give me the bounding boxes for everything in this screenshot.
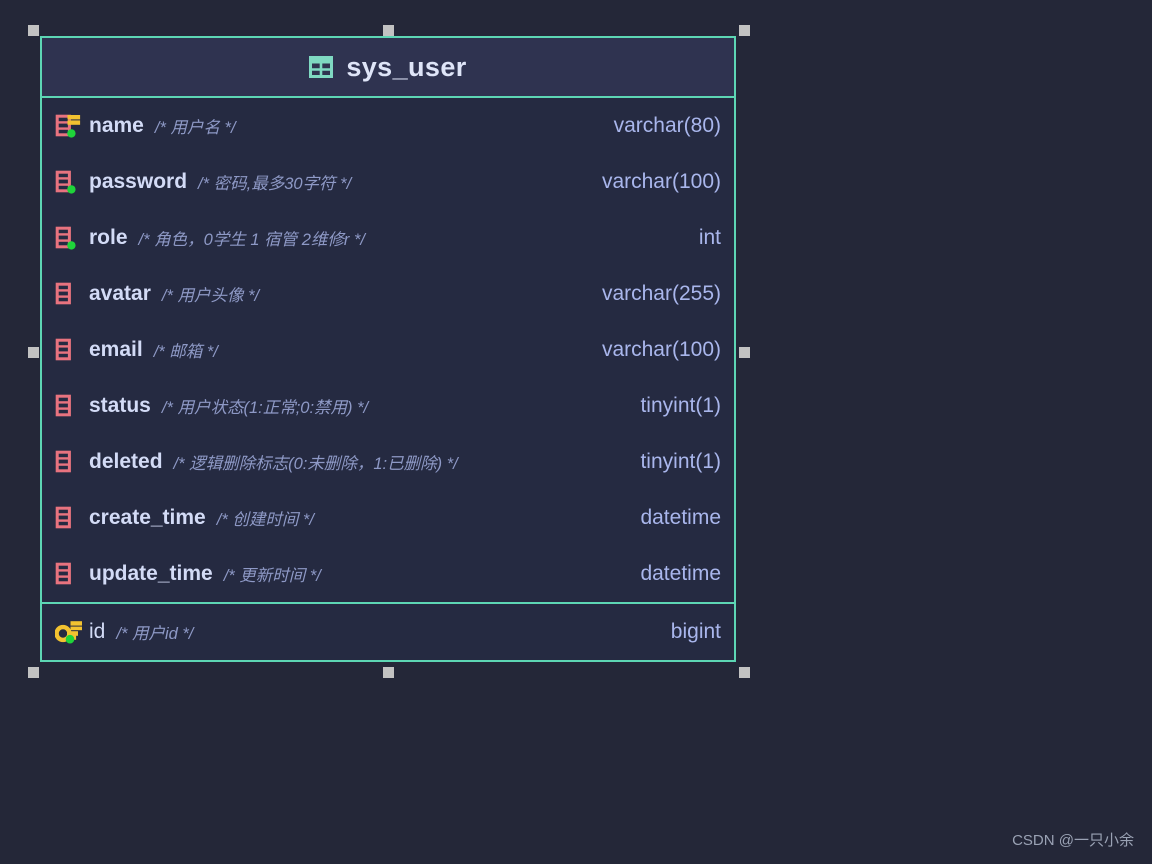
field-list: name /* 用户名 */ varchar(80) password /* 密码,最多… bbox=[42, 98, 734, 602]
er-table-sys_user[interactable]: sys_user name /* 用户名 */ varchar(80) passwor… bbox=[40, 36, 736, 662]
column-icon bbox=[55, 170, 89, 194]
field-name: name bbox=[89, 114, 144, 137]
table-header[interactable]: sys_user bbox=[42, 38, 734, 98]
primary-key-icon bbox=[55, 620, 89, 644]
field-type: datetime bbox=[640, 562, 721, 585]
table-row[interactable]: update_time /* 更新时间 */ datetime bbox=[42, 546, 734, 602]
field-type: bigint bbox=[670, 620, 721, 643]
field-type: varchar(100) bbox=[601, 338, 721, 361]
handle-bottom-center[interactable] bbox=[383, 667, 394, 678]
field-comment: /* 逻辑删除标志(0:未删除，1:已删除) */ bbox=[173, 455, 458, 473]
field-name: avatar bbox=[89, 282, 151, 305]
handle-top-right[interactable] bbox=[739, 25, 750, 36]
column-icon bbox=[55, 562, 89, 586]
table-row[interactable]: avatar /* 用户头像 */ varchar(255) bbox=[42, 266, 734, 322]
column-index-icon bbox=[55, 114, 89, 138]
field-comment: /* 邮箱 */ bbox=[153, 343, 218, 361]
watermark: CSDN @一只小余 bbox=[1012, 832, 1134, 849]
field-comment: /* 更新时间 */ bbox=[223, 567, 321, 585]
handle-middle-left[interactable] bbox=[28, 347, 39, 358]
page-title: sys_user bbox=[346, 51, 467, 82]
field-type: int bbox=[698, 226, 721, 249]
field-type: tinyint(1) bbox=[640, 394, 721, 417]
column-icon bbox=[55, 282, 89, 306]
field-comment: /* 用户id */ bbox=[116, 625, 194, 643]
field-type: varchar(255) bbox=[601, 282, 721, 305]
table-grid-icon bbox=[309, 56, 334, 78]
table-row[interactable]: email /* 邮箱 */ varchar(100) bbox=[42, 322, 734, 378]
column-icon bbox=[55, 394, 89, 418]
field-name: deleted bbox=[89, 450, 163, 473]
field-name: email bbox=[89, 338, 143, 361]
field-comment: /* 角色，0学生 1 宿管 2维修r */ bbox=[138, 231, 365, 249]
field-name: update_time bbox=[89, 562, 213, 585]
field-name: password bbox=[89, 170, 188, 193]
table-row[interactable]: name /* 用户名 */ varchar(80) bbox=[42, 98, 734, 154]
column-icon bbox=[55, 338, 89, 362]
field-name: id bbox=[89, 620, 106, 643]
field-type: datetime bbox=[640, 506, 721, 529]
field-comment: /* 用户状态(1:正常;0:禁用) */ bbox=[161, 399, 369, 417]
handle-middle-right[interactable] bbox=[739, 347, 750, 358]
field-type: tinyint(1) bbox=[640, 450, 721, 473]
column-icon bbox=[55, 450, 89, 474]
table-row[interactable]: status /* 用户状态(1:正常;0:禁用) */ tinyint(1) bbox=[42, 378, 734, 434]
field-type: varchar(80) bbox=[613, 114, 721, 137]
table-row[interactable]: deleted /* 逻辑删除标志(0:未删除，1:已删除) */ tinyint(… bbox=[42, 434, 734, 490]
table-row[interactable]: password /* 密码,最多30字符 */ varchar(100) bbox=[42, 154, 734, 210]
field-type: varchar(100) bbox=[601, 170, 721, 193]
handle-bottom-right[interactable] bbox=[739, 667, 750, 678]
field-comment: /* 密码,最多30字符 */ bbox=[198, 175, 352, 193]
field-name: create_time bbox=[89, 506, 206, 529]
field-name: status bbox=[89, 394, 151, 417]
table-row[interactable]: create_time /* 创建时间 */ datetime bbox=[42, 490, 734, 546]
field-comment: /* 用户名 */ bbox=[154, 119, 236, 137]
handle-top-left[interactable] bbox=[28, 25, 39, 36]
field-comment: /* 创建时间 */ bbox=[216, 511, 314, 529]
handle-top-center[interactable] bbox=[383, 25, 394, 36]
table-row[interactable]: role /* 角色，0学生 1 宿管 2维修r */ int bbox=[42, 210, 734, 266]
field-name: role bbox=[89, 226, 128, 249]
table-row-primary-key[interactable]: id /* 用户id */ bigint bbox=[42, 604, 734, 660]
field-comment: /* 用户头像 */ bbox=[161, 287, 260, 305]
column-icon bbox=[55, 226, 89, 250]
column-icon bbox=[55, 506, 89, 530]
handle-bottom-left[interactable] bbox=[28, 667, 39, 678]
